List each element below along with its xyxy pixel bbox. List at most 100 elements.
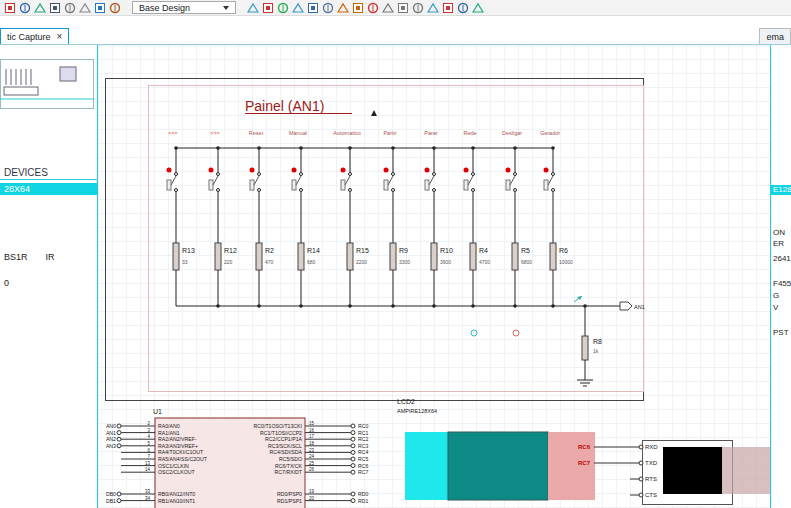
push-button[interactable] <box>341 180 345 190</box>
library-item[interactable]: F455 <box>771 279 791 289</box>
resistor[interactable] <box>512 243 518 270</box>
push-button[interactable] <box>250 180 254 190</box>
push-button[interactable] <box>167 180 171 190</box>
design-dropdown-label: Base Design <box>139 3 190 13</box>
design-dropdown[interactable]: Base Design <box>132 1 236 14</box>
resistor-ref: R8 <box>593 338 602 345</box>
push-button[interactable] <box>384 180 388 190</box>
refresh-icon[interactable] <box>247 2 259 14</box>
resistor[interactable] <box>470 243 476 270</box>
button-state-icon[interactable] <box>425 168 430 173</box>
push-button[interactable] <box>292 180 296 190</box>
resistor[interactable] <box>173 243 179 270</box>
microcontroller[interactable] <box>155 418 305 508</box>
pin-name: RC3/SCK/SCL <box>268 443 302 449</box>
library-item[interactable]: ON <box>771 228 791 238</box>
push-button[interactable] <box>425 180 429 190</box>
push-button[interactable] <box>209 180 213 190</box>
component-icon[interactable] <box>19 2 31 14</box>
probe-icon[interactable] <box>371 110 377 116</box>
resistor[interactable] <box>431 243 437 270</box>
help-icon[interactable] <box>109 2 121 14</box>
paste-icon[interactable] <box>427 2 439 14</box>
zoom-fit-icon[interactable] <box>337 2 349 14</box>
block-copy-icon[interactable] <box>442 2 454 14</box>
dropdown-arrow-icon[interactable] <box>223 6 229 10</box>
device-name: BS1R <box>4 252 28 262</box>
button-state-icon[interactable] <box>464 168 469 173</box>
library-item[interactable]: V <box>771 303 791 313</box>
button-state-icon[interactable] <box>292 168 297 173</box>
terminal-pin: RTS <box>645 476 657 482</box>
button-state-icon[interactable] <box>167 168 172 173</box>
button-state-icon[interactable] <box>209 168 214 173</box>
board-icon[interactable] <box>49 2 61 14</box>
schematic-canvas[interactable]: Painel (AN1)<<<R1333>>>R12220ResetR2470M… <box>98 45 770 508</box>
net-label: RC4 <box>358 449 368 455</box>
chip-ref: U1 <box>153 408 162 415</box>
schematic-sheet[interactable]: Painel (AN1)<<<R1333>>>R12220ResetR2470M… <box>98 45 770 508</box>
button-state-icon[interactable] <box>384 168 389 173</box>
close-tab-button[interactable]: × <box>57 31 63 42</box>
library-item[interactable]: ER <box>771 239 791 249</box>
lcd-part: AMPIRE128X64 <box>397 408 437 414</box>
move-icon[interactable] <box>292 2 304 14</box>
pin-number: 7 <box>147 454 150 459</box>
push-button[interactable] <box>544 180 548 190</box>
push-button[interactable] <box>464 180 468 190</box>
pin-name: RA0/AN0 <box>158 423 180 429</box>
library-item[interactable]: 2641 <box>771 254 791 264</box>
pin-number: 17 <box>309 434 315 439</box>
pin-name: RA4/T0CKI/C1OUT <box>158 449 204 455</box>
lcd-display[interactable] <box>405 432 448 500</box>
grid-icon[interactable] <box>262 2 274 14</box>
resistor[interactable] <box>390 243 396 270</box>
library-item[interactable]: E128X <box>771 185 791 195</box>
block-rotate-icon[interactable] <box>472 2 484 14</box>
undo-icon[interactable] <box>367 2 379 14</box>
home-icon[interactable] <box>4 2 16 14</box>
print-icon[interactable] <box>79 2 91 14</box>
resistor[interactable] <box>582 336 588 360</box>
resistor[interactable] <box>298 243 304 270</box>
redo-icon[interactable] <box>382 2 394 14</box>
zoom-area-icon[interactable] <box>352 2 364 14</box>
virtual-terminal[interactable] <box>643 441 733 505</box>
net-label: AN1 <box>106 430 116 436</box>
library-item[interactable]: PST <box>771 328 791 338</box>
device-suffix: IR <box>46 252 55 262</box>
terminal-screen <box>663 447 722 494</box>
zoom-in-icon[interactable] <box>307 2 319 14</box>
cut-icon[interactable] <box>397 2 409 14</box>
pin-name: RC0/T1OSO/T13CKI <box>254 423 302 429</box>
resistor-ref: R4 <box>479 247 488 254</box>
device-item[interactable]: 0 <box>0 277 97 289</box>
resistor-ref: R13 <box>182 247 195 254</box>
copy-icon[interactable] <box>412 2 424 14</box>
resistor[interactable] <box>256 243 262 270</box>
button-state-icon[interactable] <box>544 168 549 173</box>
push-button[interactable] <box>506 180 510 190</box>
resistor[interactable] <box>215 243 221 270</box>
origin-icon[interactable] <box>277 2 289 14</box>
save-icon[interactable] <box>64 2 76 14</box>
device-item[interactable]: BS1R IR <box>0 251 97 263</box>
document-tab[interactable]: ema <box>759 28 791 44</box>
resistor[interactable] <box>347 243 353 270</box>
resistor[interactable] <box>550 243 556 270</box>
resistor-ref: R14 <box>307 247 320 254</box>
document-icon[interactable] <box>94 2 106 14</box>
chip-icon[interactable] <box>34 2 46 14</box>
library-item[interactable]: G <box>771 291 791 301</box>
pin-name: OSC1/CLKIN <box>158 463 189 469</box>
block-move-icon[interactable] <box>457 2 469 14</box>
terminal-pin: CTS <box>645 492 657 498</box>
zoom-out-icon[interactable] <box>322 2 334 14</box>
button-state-icon[interactable] <box>341 168 346 173</box>
net-label: AN2 <box>106 436 116 442</box>
device-item[interactable]: 28X64 <box>0 183 97 195</box>
document-tab[interactable]: tic Capture× <box>0 28 69 44</box>
resistor-value: 2200 <box>356 259 367 265</box>
button-state-icon[interactable] <box>250 168 255 173</box>
button-state-icon[interactable] <box>506 168 511 173</box>
